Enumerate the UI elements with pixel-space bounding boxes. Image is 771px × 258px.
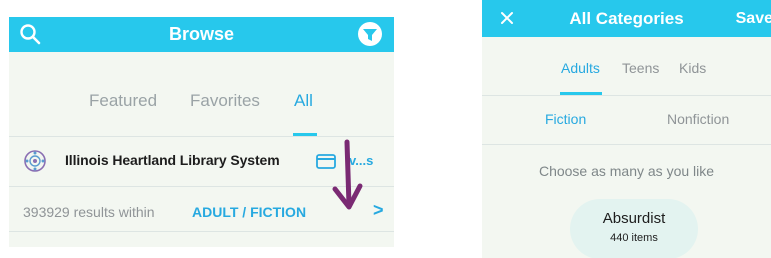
page-title: Browse [168,24,235,44]
categories-screen: All Categories Save Adults Teens Kids Fi… [482,0,771,258]
category-chip-absurdist[interactable]: Absurdist 440 items [570,199,698,258]
browse-header: Browse [9,17,394,52]
divider [9,231,394,232]
tab-nonfiction[interactable]: Nonfiction [667,111,729,127]
selection-hint: Choose as many as you like [538,163,715,179]
divider [482,95,771,96]
tab-fiction[interactable]: Fiction [545,111,586,127]
divider [482,144,771,145]
tab-featured[interactable]: Featured [89,91,157,111]
chip-label: Absurdist [602,210,666,227]
filter-icon[interactable] [356,20,384,48]
tab-favorites[interactable]: Favorites [190,91,260,111]
down-arrow-icon [327,139,367,215]
chevron-right-icon[interactable]: > [373,200,384,221]
page-title: All Categories [569,9,684,28]
tab-kids[interactable]: Kids [679,60,706,76]
browse-screen: Browse Featured Favorites All Illinois H… [9,17,394,247]
library-name: Illinois Heartland Library System [65,152,280,168]
results-filter-link[interactable]: ADULT / FICTION [192,204,306,220]
chip-count: 440 items [610,232,658,244]
tab-teens[interactable]: Teens [622,60,659,76]
tab-all[interactable]: All [294,91,313,111]
library-logo-icon [22,148,48,174]
save-button[interactable]: Save [736,0,771,37]
categories-header: All Categories Save [482,0,771,37]
tab-adults[interactable]: Adults [561,60,600,76]
results-count: 393929 results within [23,204,155,220]
